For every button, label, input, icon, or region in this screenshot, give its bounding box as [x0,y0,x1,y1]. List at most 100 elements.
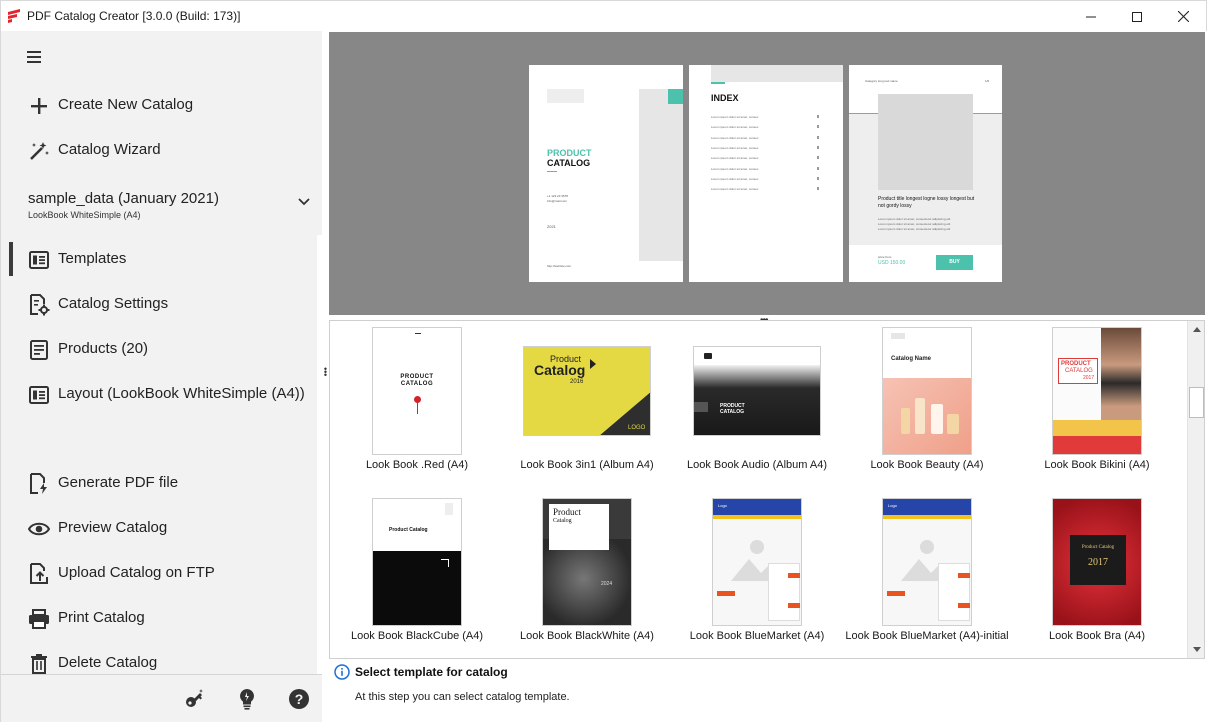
catalog-name: sample_data (January 2021) [28,190,219,207]
thumb-logo-box [891,333,905,339]
vertical-splitter[interactable]: • • • [322,365,329,380]
thumb-photo [1101,328,1141,420]
index-title: INDEX [711,93,739,103]
printer-icon [28,608,50,630]
cover-divider [547,171,557,172]
gallery-scrollbar[interactable] [1187,321,1204,658]
sidebar-item-templates[interactable]: Templates [1,239,317,279]
sidebar-item-catalog-settings[interactable]: Catalog Settings [1,284,317,324]
magic-wand-icon [28,140,50,162]
hamburger-icon[interactable] [27,51,43,65]
thumb-title-1: PRODUCT [1061,361,1091,367]
index-entry-page [817,166,819,170]
template-thumbnail: Product Catalog 2024 [542,498,632,626]
template-thumbnail: Logo [882,498,972,626]
cover-url: http://website.com [547,264,572,268]
template-thumbnail: PRODUCT CATALOG [693,346,821,436]
thumb-corner [441,559,449,567]
sidebar-item-layout[interactable]: Layout (LookBook WhiteSimple (A4)) [1,374,317,414]
license-key-button[interactable] [183,687,207,711]
template-tile[interactable]: Product Catalog Look Book BlackCube (A4) [332,498,502,658]
thumb-sale-badge [717,591,735,596]
thumb-block [694,402,708,412]
sidebar-item-label: Templates [58,250,127,267]
minimize-button[interactable] [1068,1,1114,32]
create-new-catalog-button[interactable]: Create New Catalog [1,85,317,125]
preview-product-page: Category long text name 1/6 Product titl… [849,65,1002,282]
cover-title-line1: PRODUCT [547,148,592,158]
thumb-title-2: Catalog [534,362,586,378]
template-name: Look Book Bikini (A4) [1044,459,1150,471]
catalog-selector[interactable]: sample_data (January 2021) LookBook Whit… [1,181,323,231]
template-name: Look Book BlueMarket (A4) [689,630,825,642]
info-icon [334,664,350,680]
product-image-placeholder [878,94,973,190]
preview-index-page: INDEX Lorem ipsum dolor sit amet, consec… [689,65,843,282]
thumb-price-tag [958,603,970,608]
scroll-up-button[interactable] [1188,321,1204,338]
catalog-wizard-button[interactable]: Catalog Wizard [1,130,317,170]
layout-icon [28,384,50,406]
template-thumbnail: PRODUCT CATALOG 2017 [1052,327,1142,455]
trash-icon [28,653,50,675]
thumb-dark-area [694,365,820,435]
index-entry: Lorem ipsum dolor sit amet, consec [711,176,759,181]
template-tile[interactable]: Logo Look Book BlueMarket (A4)-initial [842,498,1012,658]
thumb-title-1: PRODUCT [400,374,434,380]
preview-catalog-button[interactable]: Preview Catalog [1,508,317,548]
scrollbar-thumb[interactable] [1189,387,1204,418]
index-entry: Lorem ipsum dolor sit amet, consec [711,156,759,161]
info-text: At this step you can select catalog temp… [355,691,570,703]
product-price: USD 150.00 [878,260,906,266]
template-tile[interactable]: PRODUCT CATALOG 2017 Look Book Bikini (A… [1012,327,1182,487]
close-button[interactable] [1160,1,1206,32]
thumb-bottle [901,408,910,434]
template-tile[interactable]: Product Catalog 2024 Look Book BlackWhit… [502,498,672,658]
upload-ftp-label: Upload Catalog on FTP [58,564,215,581]
thumb-title: Product Catalog [1081,545,1115,550]
index-entry-page [817,115,819,118]
help-icon: ? [289,689,309,709]
product-title: Product title longest logne lossy longes… [878,196,975,209]
scroll-down-button[interactable] [1188,641,1204,658]
index-entry: Lorem ipsum dolor sit amet, consec [711,187,759,192]
thumb-title: Catalog Name [891,356,932,362]
template-tile[interactable]: Catalog Name Look Book Beauty (A4) [842,327,1012,487]
sidebar-scrollbar[interactable] [317,235,323,705]
thumb-title-2: Catalog [553,518,572,524]
upload-ftp-button[interactable]: Upload Catalog on FTP [1,553,317,593]
preview-cover-page: PRODUCT CATALOG +1 123 23 4578 info@mail… [529,65,683,282]
template-tile[interactable]: Product Catalog 2016 LOGO Look Book 3in1… [502,327,672,487]
template-tile[interactable]: Product Catalog 2017 Look Book Bra (A4) [1012,498,1182,658]
eye-icon [28,518,50,540]
sidebar-item-label: Products (20) [58,340,149,357]
cover-title-line2: CATALOG [547,158,591,168]
tips-button[interactable] [235,687,259,711]
print-catalog-button[interactable]: Print Catalog [1,598,317,638]
index-entry: Lorem ipsum dolor sit amet, consec [711,166,759,171]
scroll-up-icon [1192,327,1201,332]
index-entry-page [817,156,819,160]
templates-icon [28,249,50,271]
generate-pdf-button[interactable]: Generate PDF file [1,463,317,503]
index-accent [711,82,725,84]
template-tile[interactable]: Logo Look Book BlueMarket (A4) [672,498,842,658]
generate-pdf-label: Generate PDF file [58,474,179,491]
thumb-logo: LOGO [628,425,646,431]
template-tile[interactable]: PRODUCT CATALOG Look Book Audio (Album A… [672,327,842,487]
thumb-title-2: CATALOG [720,409,744,415]
template-tile[interactable]: PRODUCT CATALOG Look Book .Red (A4) [332,327,502,487]
create-new-catalog-label: Create New Catalog [58,96,194,113]
sidebar-footer: ? [1,674,323,722]
sidebar-item-label: Layout (LookBook WhiteSimple (A4)) [58,385,305,402]
product-price-label: price from [878,255,892,259]
maximize-button[interactable] [1114,1,1160,32]
plus-icon [28,95,50,117]
sidebar-item-products[interactable]: Products (20) [1,329,317,369]
thumb-sale-badge [887,591,905,596]
index-entry-page [817,135,819,139]
help-button[interactable]: ? [287,687,311,711]
product-page-number: 1/6 [985,79,990,83]
thumb-logo-icon [704,353,712,359]
thumb-bottle [915,398,925,434]
